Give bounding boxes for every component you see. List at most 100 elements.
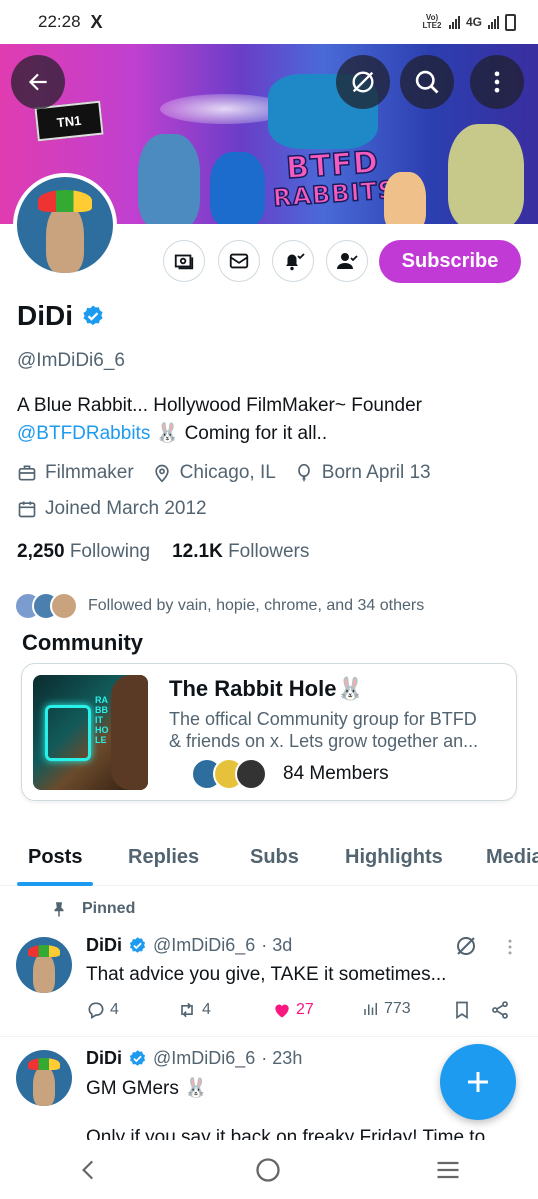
post-author-name[interactable]: DiDi [86, 935, 122, 956]
message-button[interactable] [218, 240, 260, 282]
no-activity-button[interactable] [336, 55, 390, 109]
repost-count: 4 [202, 1001, 211, 1018]
birthday-item: Born April 13 [294, 462, 431, 484]
nav-back-icon[interactable] [76, 1157, 102, 1183]
tab-media[interactable]: Media [486, 846, 538, 869]
avatar-cap [28, 1057, 60, 1071]
community-thumb-text: RABBIT HOLE [95, 695, 109, 745]
balloon-icon [297, 463, 310, 482]
more-button[interactable] [470, 55, 524, 109]
bio-text-2: Coming for it all.. [184, 423, 328, 444]
tab-replies[interactable]: Replies [128, 846, 199, 869]
post-text: GM GMers 🐰 [86, 1076, 208, 1100]
following-button[interactable] [326, 240, 368, 282]
reply-button[interactable]: 4 [86, 1000, 119, 1020]
post-time: · 23h [261, 1048, 303, 1068]
android-navigation-bar [0, 1140, 538, 1199]
post-author-avatar[interactable] [16, 937, 72, 993]
community-thumb-sign [45, 705, 91, 761]
joined-item: Joined March 2012 [17, 498, 207, 520]
birthday-text: Born April 13 [321, 462, 431, 483]
verified-badge-icon [129, 1050, 146, 1066]
views-button[interactable]: 773 [362, 1000, 411, 1018]
post-time: · 3d [261, 935, 293, 955]
facepile-avatar [235, 758, 267, 790]
search-button[interactable] [400, 55, 454, 109]
avatar-rabbit [32, 1065, 56, 1106]
post-header: DiDi @ImDiDi6_6 · 23h [86, 1048, 302, 1069]
community-description: The offical Community group for BTFD & f… [169, 708, 505, 752]
status-icons: Vo) LTE2 4G [421, 13, 516, 31]
post-actions: 4 4 27 773 [86, 998, 516, 1026]
repost-button[interactable]: 4 [176, 1000, 211, 1020]
post-author-avatar[interactable] [16, 1050, 72, 1106]
signal-icon-2 [488, 15, 499, 29]
bio-text-1: A Blue Rabbit... Hollywood FilmMaker~ Fo… [17, 395, 422, 416]
monetization-button[interactable] [163, 240, 205, 282]
community-desc-line1: The offical Community group for BTFD [169, 709, 477, 729]
community-members: 84 Members [169, 758, 389, 790]
followers-link[interactable]: 12.1K Followers [172, 541, 309, 563]
compose-post-button[interactable] [440, 1044, 516, 1120]
members-facepile [191, 758, 267, 790]
verified-badge-icon[interactable] [81, 304, 105, 328]
nav-home-icon[interactable] [254, 1156, 282, 1184]
followed-by-row[interactable]: Followed by vain, hopie, chrome, and 34 … [14, 592, 424, 620]
post-divider [0, 1036, 538, 1037]
x-logo-icon: X [90, 11, 103, 32]
pin-icon [54, 902, 64, 917]
following-link[interactable]: 2,250 Following [17, 541, 150, 563]
subscribe-button[interactable]: Subscribe [379, 240, 521, 283]
no-activity-icon[interactable] [454, 934, 478, 958]
bio-link[interactable]: @BTFDRabbits [17, 423, 150, 444]
signal-icon [448, 15, 460, 29]
tab-highlights[interactable]: Highlights [345, 846, 443, 869]
profile-avatar[interactable] [13, 173, 117, 277]
followers-label: Followers [228, 541, 310, 562]
profile-bio: A Blue Rabbit... Hollywood FilmMaker~ Fo… [17, 392, 527, 448]
status-time: 22:28 [38, 12, 81, 31]
banner-title: BTFD RABBITS [270, 144, 397, 213]
heart-icon [275, 1004, 289, 1018]
reply-count: 4 [110, 1001, 119, 1018]
community-heading: Community [22, 630, 143, 655]
facepile-avatar [50, 592, 78, 620]
location-text: Chicago, IL [179, 462, 276, 483]
post-author-handle: @ImDiDi6_6 [153, 1048, 256, 1068]
tab-posts[interactable]: Posts [28, 846, 82, 869]
back-button[interactable] [11, 55, 65, 109]
no-activity-icon [352, 71, 374, 93]
reply-icon [88, 1002, 104, 1019]
search-icon [415, 70, 439, 94]
followers-facepile [14, 592, 78, 620]
more-vertical-icon[interactable] [500, 937, 520, 957]
community-title-emoji: 🐰 [336, 676, 364, 701]
share-icon [492, 1001, 508, 1019]
active-tab-indicator [17, 882, 93, 886]
post-author-name[interactable]: DiDi [86, 1048, 122, 1069]
profession-text[interactable]: Filmmaker [45, 462, 134, 484]
share-button[interactable] [490, 1000, 510, 1020]
banner-rabbit-left [138, 134, 200, 224]
profile-name: DiDi [17, 300, 73, 331]
following-label: Following [69, 541, 151, 562]
calendar-icon [18, 501, 36, 518]
volte-label: Vo) LTE2 [422, 13, 442, 30]
post-header: DiDi @ImDiDi6_6 · 3d [86, 935, 292, 956]
like-button[interactable]: 27 [272, 1000, 314, 1020]
repost-icon [181, 1002, 193, 1018]
location-pin-icon [155, 464, 169, 483]
banner-rabbit-right [448, 124, 524, 224]
following-count: 2,250 [17, 541, 65, 562]
nav-recents-icon[interactable] [434, 1156, 462, 1184]
location-item: Chicago, IL [152, 462, 276, 484]
followed-by-text: Followed by vain, hopie, chrome, and 34 … [88, 597, 425, 614]
community-members-count: 84 Members [283, 763, 389, 784]
views-chart-icon [364, 1003, 377, 1015]
community-card[interactable]: RABBIT HOLE The Rabbit Hole🐰 The offical… [21, 663, 517, 801]
bookmark-button[interactable] [452, 1000, 472, 1020]
like-count: 27 [296, 1001, 314, 1018]
tab-subs[interactable]: Subs [250, 846, 299, 869]
notifications-button[interactable] [272, 240, 314, 282]
pinned-label-row: Pinned [50, 900, 135, 918]
